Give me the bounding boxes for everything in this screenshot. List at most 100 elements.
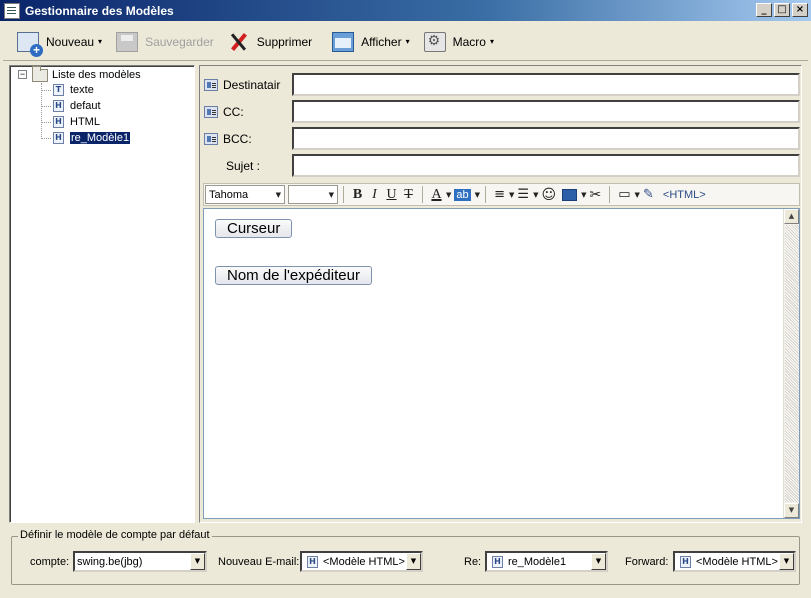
new-document-icon [17, 31, 43, 57]
chevron-down-icon[interactable]: ▼ [406, 553, 421, 570]
window-view-icon [332, 31, 355, 52]
tree-connector [41, 122, 51, 123]
tree-connector [41, 83, 42, 139]
address-book-icon[interactable] [204, 133, 218, 145]
main-toolbar: Nouveau ▾ Sauvegarder Supprimer Afficher… [3, 23, 808, 61]
tree-root[interactable]: Liste des modèles [32, 65, 141, 83]
tree-connector [41, 90, 51, 91]
template-editor-pane: Destinatair CC: BCC: Sujet : Tahoma ▼ ▼ … [199, 65, 802, 523]
strikethrough-button[interactable]: T [400, 185, 417, 204]
bold-button[interactable]: B [349, 185, 366, 204]
app-icon [4, 2, 20, 19]
font-family-select[interactable]: Tahoma ▼ [205, 185, 285, 204]
new-email-label: Nouveau E-mail: [218, 556, 300, 568]
macro-button[interactable]: Macro ▾ [418, 27, 500, 57]
account-select[interactable]: swing.be(jbg) ▼ [73, 551, 207, 572]
tree-item-label-selected: re_Modèle1 [68, 131, 132, 145]
chevron-down-icon: ▼ [328, 190, 334, 199]
recipient-row: Destinatair [204, 73, 280, 97]
re-template-select[interactable]: H re_Modèle1 ▼ [485, 551, 608, 572]
cc-input[interactable] [292, 100, 800, 123]
scroll-up-icon[interactable]: ▲ [784, 209, 799, 224]
view-dropdown-arrow-icon: ▾ [405, 37, 410, 46]
brush-icon[interactable]: ✎ [640, 185, 657, 204]
chevron-down-icon[interactable]: ▼ [591, 553, 606, 570]
forward-template-select[interactable]: H <Modèle HTML> ▼ [673, 551, 796, 572]
image-shape [562, 188, 578, 201]
save-button[interactable]: Sauvegarder [110, 27, 220, 57]
window-title: Gestionnaire des Modèles [25, 3, 174, 18]
tree-root-label: Liste des modèles [52, 69, 141, 81]
chevron-down-icon[interactable]: ▼ [190, 553, 205, 570]
emoticon-icon[interactable]: ☺ [538, 185, 559, 204]
view-button[interactable]: Afficher ▾ [326, 27, 415, 57]
vertical-scrollbar[interactable]: ▲ ▼ [783, 209, 799, 518]
paste-icon[interactable]: ▭ [615, 185, 633, 204]
separator [485, 186, 487, 203]
new-email-template-select[interactable]: H <Modèle HTML> ▼ [300, 551, 423, 572]
window-controls: _ □ × [756, 3, 808, 17]
recipient-label: Destinatair [223, 78, 281, 92]
html-template-icon: H [53, 100, 64, 112]
tree-item-re-modele1[interactable]: H re_Modèle1 [53, 130, 132, 146]
address-book-icon[interactable] [204, 106, 218, 118]
italic-button[interactable]: I [366, 185, 383, 204]
default-template-group: Définir le modèle de compte par défaut c… [11, 529, 800, 585]
tree-item-texte[interactable]: T texte [53, 82, 94, 98]
highlight-button[interactable]: ab [451, 185, 473, 204]
macro-chip-cursor[interactable]: Curseur [215, 219, 293, 238]
image-icon[interactable] [559, 185, 580, 204]
save-label: Sauvegarder [145, 34, 214, 49]
address-book-icon[interactable] [204, 79, 218, 91]
new-button[interactable]: Nouveau ▾ [11, 27, 108, 57]
tree-item-html[interactable]: H HTML [53, 114, 100, 130]
macro-chip-sender-name[interactable]: Nom de l'expéditeur [215, 266, 372, 285]
delete-label: Supprimer [256, 34, 313, 49]
tree-item-label: texte [70, 84, 94, 96]
tree-item-defaut[interactable]: H defaut [53, 98, 101, 114]
tree-connector [41, 138, 51, 139]
html-template-icon: H [53, 116, 64, 128]
chevron-down-icon: ▼ [275, 190, 281, 199]
tree-connector [41, 106, 51, 107]
template-tree[interactable]: − Liste des modèles T texte H defaut H H… [9, 65, 195, 523]
new-label: Nouveau [46, 34, 95, 49]
minimize-button[interactable]: _ [756, 3, 772, 17]
save-icon [116, 31, 139, 52]
bcc-input[interactable] [292, 127, 800, 150]
collapse-toggle-icon[interactable]: − [18, 70, 27, 79]
list-icon[interactable]: ☰ [514, 185, 532, 204]
delete-button[interactable]: Supprimer [222, 27, 318, 57]
scroll-track[interactable] [785, 225, 799, 502]
view-label: Afficher [361, 34, 402, 49]
chevron-down-icon[interactable]: ▼ [779, 553, 794, 570]
html-source-button[interactable]: <HTML> [657, 189, 712, 201]
highlight-dropdown-icon[interactable]: ▼ [475, 191, 480, 199]
tree-item-label: defaut [70, 100, 101, 112]
font-color-button[interactable]: A [428, 185, 445, 204]
re-label: Re: [464, 556, 482, 568]
subject-label: Sujet : [226, 159, 261, 173]
scroll-down-icon[interactable]: ▼ [784, 503, 799, 518]
html-template-icon: H [307, 555, 318, 568]
separator [343, 186, 344, 203]
account-value: swing.be(jbg) [77, 555, 143, 568]
macro-label: Macro [452, 34, 486, 49]
underline-button[interactable]: U [383, 185, 400, 204]
font-family-value: Tahoma [209, 188, 249, 201]
maximize-button[interactable]: □ [774, 3, 790, 17]
group-title: Définir le modèle de compte par défaut [18, 529, 212, 541]
recipient-input[interactable] [292, 73, 800, 96]
new-dropdown-arrow-icon[interactable]: ▾ [98, 37, 102, 46]
separator [422, 186, 423, 203]
delete-icon [228, 32, 250, 52]
subject-input[interactable] [292, 154, 800, 177]
tree-item-label: HTML [70, 116, 100, 128]
cc-row: CC: [204, 100, 244, 124]
align-icon[interactable]: ≡ [491, 185, 508, 204]
close-button[interactable]: × [792, 3, 808, 17]
scissors-icon[interactable]: ✂ [586, 185, 604, 204]
font-size-select[interactable]: ▼ [288, 185, 338, 204]
message-body-editor[interactable]: Curseur Nom de l'expéditeur ▲ ▼ [203, 208, 800, 519]
separator [609, 186, 611, 203]
